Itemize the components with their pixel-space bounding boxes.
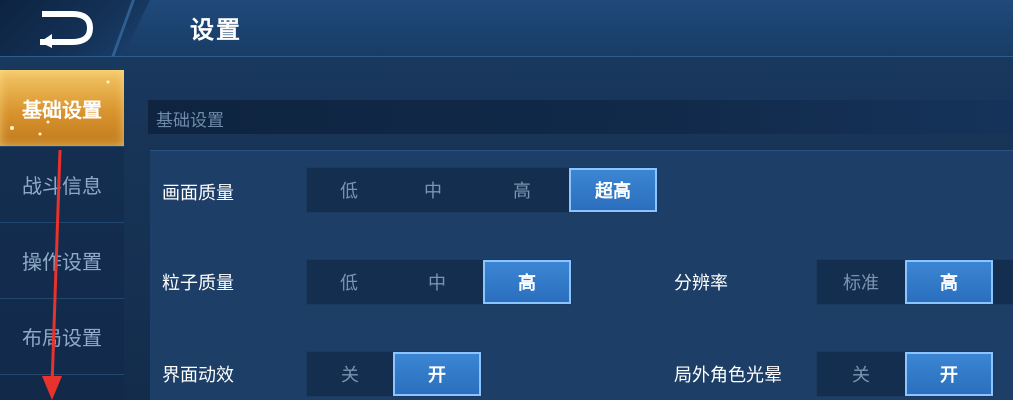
quality-selector: 低 中 高 超高 — [306, 167, 658, 213]
back-arrow-icon — [40, 11, 93, 48]
section-header: 基础设置 — [148, 100, 1013, 134]
ui-effects-option-on[interactable]: 开 — [393, 352, 481, 396]
settings-panel: 画面质量 低 中 高 超高 粒子质量 低 中 高 分辨率 标准 高 界面动效 关… — [150, 150, 1013, 400]
sidebar-item-label: 基础设置 — [22, 97, 102, 122]
quality-label: 画面质量 — [162, 183, 234, 204]
halo-option-off[interactable]: 关 — [817, 352, 905, 396]
halo-label: 局外角色光晕 — [674, 365, 782, 386]
halo-toggle: 关 开 — [816, 351, 994, 397]
settings-screen: 设置 基础设置 战斗信息 操作设置 布局设置 基础设置 画面质量 低 中 高 超… — [0, 0, 1013, 400]
resolution-option-high[interactable]: 高 — [905, 260, 993, 304]
back-button[interactable] — [32, 8, 98, 48]
resolution-selector: 标准 高 — [816, 259, 1013, 305]
particle-option-low[interactable]: 低 — [307, 260, 391, 304]
particle-option-high[interactable]: 高 — [483, 260, 571, 304]
quality-option-medium[interactable]: 中 — [391, 168, 475, 212]
resolution-label: 分辨率 — [674, 273, 728, 294]
particle-label: 粒子质量 — [162, 273, 234, 294]
header-bar: 设置 — [0, 0, 1013, 57]
halo-option-on[interactable]: 开 — [905, 352, 993, 396]
ui-effects-label: 界面动效 — [162, 365, 234, 386]
ui-effects-toggle: 关 开 — [306, 351, 482, 397]
sidebar-item-layout[interactable]: 布局设置 — [0, 298, 124, 375]
particle-option-medium[interactable]: 中 — [391, 260, 483, 304]
particle-selector: 低 中 高 — [306, 259, 572, 305]
sidebar-item-basic[interactable]: 基础设置 — [0, 70, 124, 147]
sidebar-item-label: 战斗信息 — [22, 173, 102, 198]
quality-option-ultra[interactable]: 超高 — [569, 168, 657, 212]
sidebar-item-label: 操作设置 — [22, 249, 102, 274]
page-title: 设置 — [190, 16, 242, 44]
quality-option-low[interactable]: 低 — [307, 168, 391, 212]
sidebar-item-battle-info[interactable]: 战斗信息 — [0, 146, 124, 223]
sidebar-item-controls[interactable]: 操作设置 — [0, 222, 124, 299]
quality-option-high[interactable]: 高 — [475, 168, 569, 212]
resolution-option-standard[interactable]: 标准 — [817, 260, 905, 304]
sidebar-item-label: 布局设置 — [22, 325, 102, 350]
section-title: 基础设置 — [156, 111, 224, 131]
ui-effects-option-off[interactable]: 关 — [307, 352, 393, 396]
sidebar: 基础设置 战斗信息 操作设置 布局设置 — [0, 70, 124, 400]
